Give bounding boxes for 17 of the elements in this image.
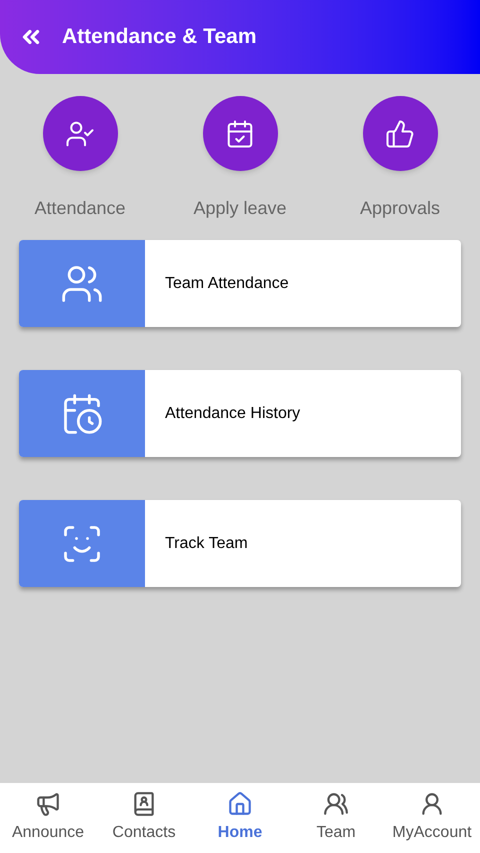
thumbs-up-icon (385, 118, 415, 148)
shortcut-label: Approvals (360, 197, 440, 220)
menu-card[interactable]: Attendance History (19, 370, 461, 457)
shortcut-label: Attendance (34, 197, 126, 220)
shortcut-label: Apply leave (193, 197, 287, 220)
page-title: Attendance & Team (62, 24, 256, 50)
home-icon (227, 791, 253, 817)
nav-tab[interactable]: Team (288, 783, 384, 853)
group-icon (323, 791, 349, 817)
nav-tab[interactable]: MyAccount (384, 783, 480, 853)
menu-card[interactable]: Team Attendance (19, 240, 461, 327)
calendar-check-icon (225, 118, 255, 148)
nav-tab[interactable]: Home (192, 783, 288, 853)
megaphone-icon (35, 791, 61, 817)
nav-tab[interactable]: Announce (0, 783, 96, 853)
nav-tab[interactable]: Contacts (96, 783, 192, 853)
menu-card[interactable]: Track Team (19, 500, 461, 587)
